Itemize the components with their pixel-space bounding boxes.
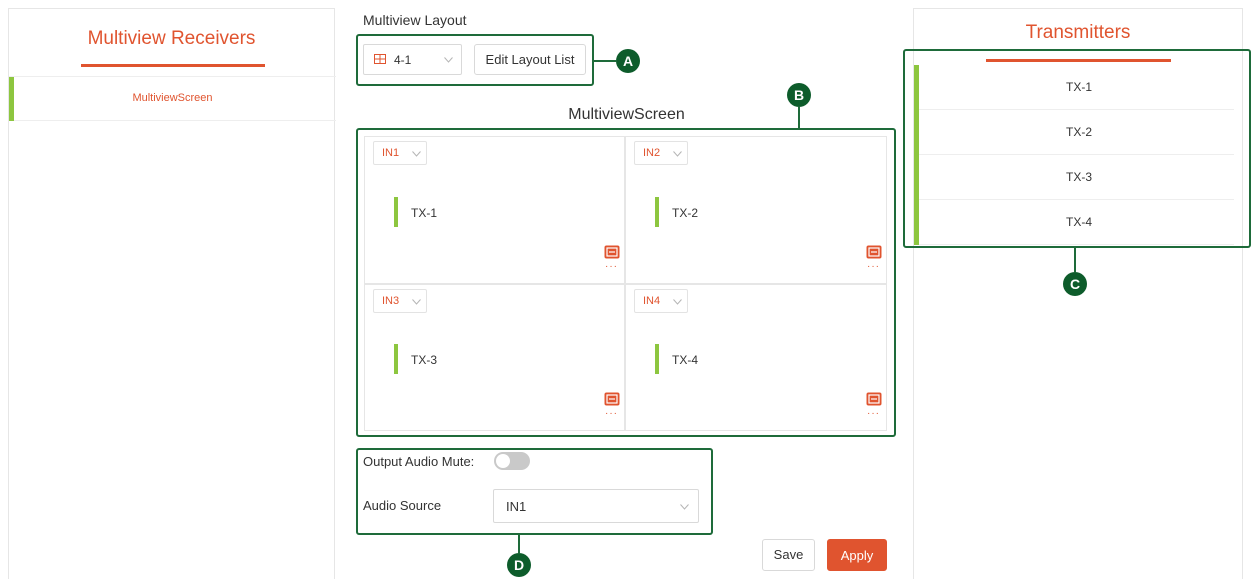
transmitters-title: Transmitters	[1025, 22, 1131, 43]
callout-connector-a	[594, 60, 616, 62]
layout-title: Multiview Layout	[363, 12, 467, 28]
receiver-item-label: MultiviewScreen	[132, 92, 213, 104]
callout-badge-a: A	[616, 49, 640, 73]
callout-connector-c	[1074, 248, 1076, 272]
callout-box-d	[356, 448, 713, 535]
receivers-title-underline	[81, 64, 265, 67]
callout-box-c	[903, 49, 1251, 248]
receivers-panel: Multiview Receivers MultiviewScreen	[8, 8, 336, 579]
receivers-title: Multiview Receivers	[87, 28, 256, 49]
callout-box-b	[356, 128, 896, 437]
callout-badge-b: B	[787, 83, 811, 107]
receiver-item-multiviewscreen[interactable]: MultiviewScreen	[9, 76, 336, 121]
screen-title: MultiviewScreen	[568, 106, 685, 123]
callout-badge-c: C	[1063, 272, 1087, 296]
callout-connector-d	[518, 535, 520, 553]
apply-button[interactable]: Apply	[827, 539, 887, 571]
callout-badge-d: D	[507, 553, 531, 577]
save-button[interactable]: Save	[762, 539, 815, 571]
callout-connector-b	[798, 107, 800, 128]
callout-box-a	[356, 34, 594, 86]
